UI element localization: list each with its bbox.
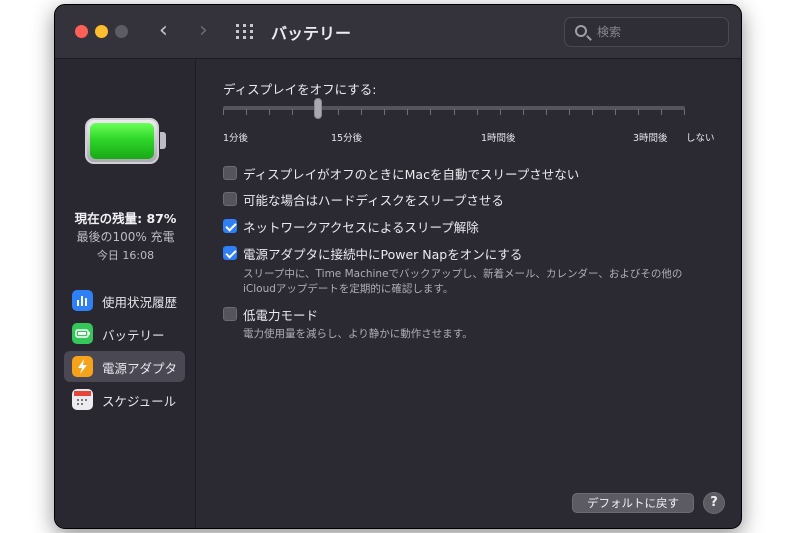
slider-tick: [384, 109, 385, 115]
slider-tick: [684, 109, 685, 115]
slider-label-3hours: 3時間後: [633, 133, 668, 144]
checkbox-network-wake[interactable]: [223, 219, 237, 233]
option-label: ディスプレイがオフのときにMacを自動でスリープさせない: [243, 167, 580, 182]
slider-tick: [477, 109, 478, 115]
option-description: 電力使用量を減らし、より静かに動作させます。: [243, 328, 473, 340]
slider-label-15min: 15分後: [331, 133, 363, 144]
option-label: 電源アダプタに接続中にPower Napをオンにする: [243, 247, 523, 262]
sidebar-item-battery[interactable]: バッテリー: [64, 318, 185, 349]
battery-icon: [72, 323, 93, 344]
current-charge: 現在の残量: 87%: [74, 211, 177, 226]
restore-defaults-button[interactable]: デフォルトに戻す: [572, 493, 694, 513]
checkbox-prevent-sleep[interactable]: [223, 166, 237, 180]
slider-tick: [569, 109, 570, 115]
preferences-window: ‹ › バッテリー 現在の残量: 87% 最後の100% 充電 今日 16:08…: [54, 4, 742, 529]
close-button[interactable]: [75, 25, 88, 38]
search-field[interactable]: [564, 17, 729, 47]
search-input[interactable]: [597, 23, 722, 41]
slider-thumb[interactable]: [314, 98, 322, 119]
help-button[interactable]: ?: [703, 492, 725, 514]
battery-level-icon: [85, 118, 166, 164]
option-label: 可能な場合はハードディスクをスリープさせる: [243, 193, 504, 208]
slider-tick: [338, 109, 339, 115]
slider-tick: [615, 109, 616, 115]
sidebar-item-usage-history[interactable]: 使用状況履歴: [64, 285, 185, 316]
checkbox-power-nap[interactable]: [223, 246, 237, 260]
option-label: 低電力モード: [243, 308, 319, 323]
slider-tick: [269, 109, 270, 115]
slider-tick: [523, 109, 524, 115]
search-icon: [575, 25, 587, 37]
slider-tick: [661, 109, 662, 115]
slider-tick: [592, 109, 593, 115]
slider-tick: [223, 109, 224, 115]
power-adapter-icon: [72, 356, 93, 377]
option-description: スリープ中に、Time Machineでバックアップし、新着メール、カレンダー、…: [243, 268, 683, 280]
slider-tick: [292, 109, 293, 115]
minimize-button[interactable]: [95, 25, 108, 38]
slider-label-never: しない: [686, 133, 715, 144]
slider-label-1hour: 1時間後: [481, 133, 516, 144]
slider-tick: [407, 109, 408, 115]
sidebar-item-label: スケジュール: [102, 394, 177, 409]
slider-tick: [546, 109, 547, 115]
checkbox-low-power[interactable]: [223, 307, 237, 321]
forward-button[interactable]: ›: [199, 19, 208, 43]
last-full-charge-label: 最後の100% 充電: [76, 230, 175, 244]
slider-tick: [361, 109, 362, 115]
slider-tick: [430, 109, 431, 115]
window-title: バッテリー: [271, 24, 352, 43]
title-bar: ‹ › バッテリー: [55, 5, 741, 59]
slider-tick: [454, 109, 455, 115]
usage-history-icon: [72, 290, 93, 311]
option-label: ネットワークアクセスによるスリープ解除: [243, 220, 479, 235]
slider-tick: [246, 109, 247, 115]
show-all-grid-icon[interactable]: [236, 24, 254, 40]
checkbox-disk-sleep[interactable]: [223, 192, 237, 206]
back-button[interactable]: ‹: [159, 19, 168, 43]
sidebar-item-label: 電源アダプタ: [102, 361, 178, 376]
last-full-charge-time: 今日 16:08: [96, 249, 155, 262]
sidebar-item-schedule[interactable]: スケジュール: [64, 384, 185, 415]
slider-tick: [500, 109, 501, 115]
sidebar-item-label: バッテリー: [102, 328, 165, 343]
slider-label-1min: 1分後: [223, 133, 249, 144]
sidebar: 現在の残量: 87% 最後の100% 充電 今日 16:08 使用状況履歴 バッ…: [55, 60, 196, 528]
main-pane: ディスプレイをオフにする: 1分後 15分後 1時間後 3時間後 しない ディス…: [197, 60, 741, 528]
calendar-icon: [72, 389, 93, 410]
slider-tick: [638, 109, 639, 115]
sidebar-item-label: 使用状況履歴: [102, 295, 178, 310]
option-description: iCloudアップデートを定期的に確認します。: [243, 283, 454, 295]
sidebar-item-power-adapter[interactable]: 電源アダプタ: [64, 351, 185, 382]
display-off-label: ディスプレイをオフにする:: [223, 82, 377, 97]
zoom-button[interactable]: [115, 25, 128, 38]
